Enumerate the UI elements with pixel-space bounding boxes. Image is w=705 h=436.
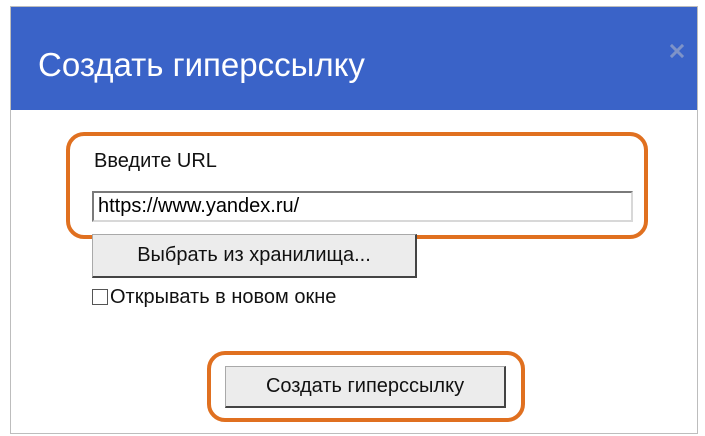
- open-in-new-window-option[interactable]: Открывать в новом окне: [92, 284, 336, 310]
- choose-from-storage-button[interactable]: Выбрать из хранилища...: [92, 234, 417, 278]
- url-label: Введите URL: [94, 150, 217, 172]
- open-in-new-window-checkbox[interactable]: [92, 289, 108, 305]
- open-in-new-window-label: Открывать в новом окне: [110, 286, 337, 308]
- dialog-titlebar: Создать гиперссылку: [11, 7, 697, 110]
- close-icon[interactable]: [665, 39, 689, 63]
- dialog-title: Создать гиперссылку: [38, 46, 365, 83]
- create-hyperlink-button[interactable]: Создать гиперссылку: [225, 366, 506, 408]
- url-input[interactable]: [92, 191, 633, 222]
- create-hyperlink-dialog: Создать гиперссылку Введите URL Выбрать …: [10, 6, 698, 434]
